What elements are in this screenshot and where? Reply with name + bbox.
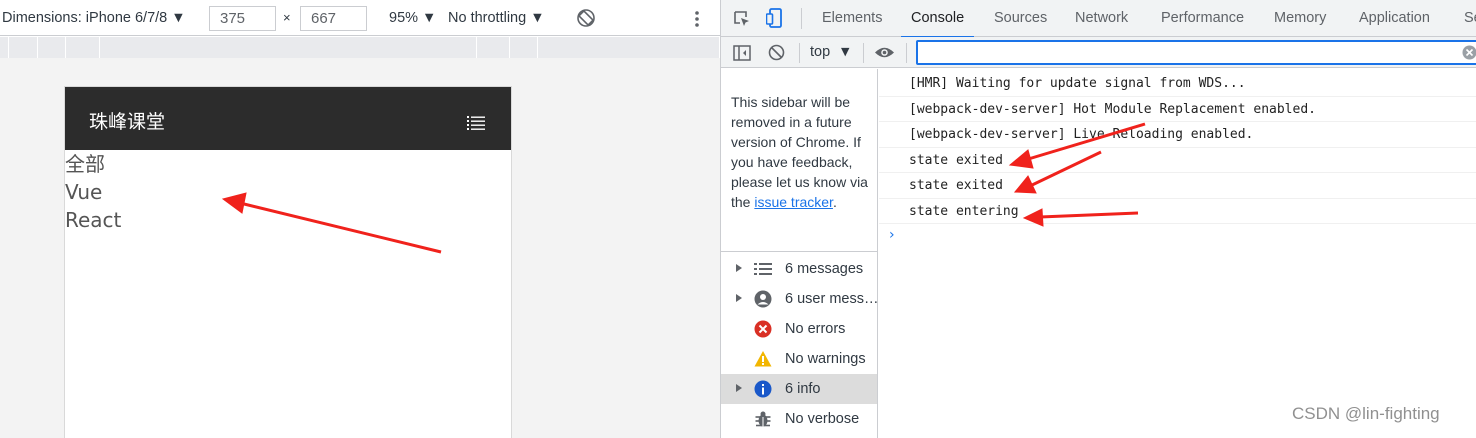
chevron-down-icon: ▼ <box>841 45 850 58</box>
nav-link-vue[interactable]: Vue <box>65 180 102 204</box>
tab-elements[interactable]: Elements <box>822 0 882 37</box>
sidebar-item-verbose[interactable]: No verbose <box>721 404 877 434</box>
device-toolbar: Dimensions: iPhone 6/7/8 ▼ 375 × 667 95%… <box>0 0 720 36</box>
console-message[interactable]: [webpack-dev-server] Live Reloading enab… <box>879 122 1476 148</box>
watermark: CSDN @lin-fighting <box>1292 404 1440 423</box>
sidebar-item-label: 6 info <box>785 381 821 397</box>
tab-security[interactable]: Se <box>1464 0 1476 37</box>
sidebar-item-label: 6 user mess… <box>785 291 877 307</box>
list-icon <box>754 263 772 275</box>
emulated-page: 珠峰课堂 全部 Vue React <box>64 86 512 438</box>
user-icon <box>754 290 772 308</box>
filter-clear-icon[interactable] <box>1462 45 1476 60</box>
warning-icon <box>754 351 772 367</box>
height-input[interactable]: 667 <box>300 6 367 31</box>
width-input[interactable]: 375 <box>209 6 276 31</box>
devtools-tab-bar: Elements Console Sources Network Perform… <box>721 0 1476 38</box>
menu-list-icon[interactable] <box>467 115 485 131</box>
throttling-select[interactable]: No throttling ▼ <box>448 0 545 36</box>
expand-arrow-icon[interactable] <box>736 294 742 302</box>
toggle-device-icon[interactable] <box>766 8 784 28</box>
devtools-panel: Elements Console Sources Network Perform… <box>721 0 1476 438</box>
console-message[interactable]: state exited <box>879 148 1476 173</box>
expand-arrow-icon[interactable] <box>736 264 742 272</box>
sidebar-item-label: No errors <box>785 321 846 337</box>
error-icon <box>754 320 772 338</box>
more-options-icon[interactable] <box>694 10 700 28</box>
sidebar-item-errors[interactable]: No errors <box>721 314 877 344</box>
console-prompt-chevron-icon[interactable]: › <box>889 227 895 243</box>
console-message[interactable]: state entering <box>879 199 1476 224</box>
console-filter-input[interactable] <box>916 40 1476 65</box>
app-title: 珠峰课堂 <box>89 111 166 133</box>
console-message[interactable]: [HMR] Waiting for update signal from WDS… <box>879 71 1476 97</box>
sidebar-item-warnings[interactable]: No warnings <box>721 344 877 374</box>
sidebar-note-text: This sidebar will be removed in a future… <box>731 94 868 210</box>
console-sidebar: This sidebar will be removed in a future… <box>721 69 878 438</box>
times-symbol: × <box>283 10 291 25</box>
console-messages: [HMR] Waiting for update signal from WDS… <box>879 69 1476 438</box>
inspect-element-icon[interactable] <box>733 10 751 28</box>
info-icon <box>754 380 772 398</box>
sidebar-item-label: 6 messages <box>785 261 864 277</box>
tab-memory[interactable]: Memory <box>1274 0 1326 37</box>
zoom-select[interactable]: 95% ▼ <box>389 0 436 36</box>
nav-link-react[interactable]: React <box>65 208 121 232</box>
console-message[interactable]: state exited <box>879 173 1476 199</box>
sidebar-item-label: No warnings <box>785 351 866 367</box>
console-message[interactable]: [webpack-dev-server] Hot Module Replacem… <box>879 97 1476 122</box>
tab-sources[interactable]: Sources <box>994 0 1047 37</box>
sidebar-item-user-messages[interactable]: 6 user mess… <box>721 284 877 314</box>
tab-network[interactable]: Network <box>1075 0 1128 37</box>
rotate-icon[interactable] <box>576 8 596 28</box>
console-toolbar: top ▼ <box>721 37 1476 68</box>
bug-icon <box>755 411 771 427</box>
sidebar-item-label: No verbose <box>785 411 860 427</box>
nav-link-all[interactable]: 全部 <box>65 152 105 176</box>
media-query-bar[interactable] <box>0 37 720 58</box>
issue-tracker-link[interactable]: issue tracker <box>754 194 833 210</box>
live-expression-eye-icon[interactable] <box>874 46 895 59</box>
sidebar-deprecation-note: This sidebar will be removed in a future… <box>731 92 873 212</box>
tab-performance[interactable]: Performance <box>1161 0 1244 37</box>
sidebar-item-info[interactable]: 6 info <box>721 374 877 404</box>
app-header: 珠峰课堂 <box>65 87 511 150</box>
tab-application[interactable]: Application <box>1359 0 1430 37</box>
show-sidebar-icon[interactable] <box>733 45 751 61</box>
device-select[interactable]: Dimensions: iPhone 6/7/8 ▼ <box>2 0 186 36</box>
expand-arrow-icon[interactable] <box>736 384 742 392</box>
sidebar-item-messages[interactable]: 6 messages <box>721 254 877 284</box>
device-emulation-pane: Dimensions: iPhone 6/7/8 ▼ 375 × 667 95%… <box>0 0 720 438</box>
tab-console[interactable]: Console <box>900 0 975 38</box>
sidebar-note-period: . <box>832 194 837 210</box>
clear-console-icon[interactable] <box>768 44 785 61</box>
context-select[interactable]: top <box>810 37 830 68</box>
